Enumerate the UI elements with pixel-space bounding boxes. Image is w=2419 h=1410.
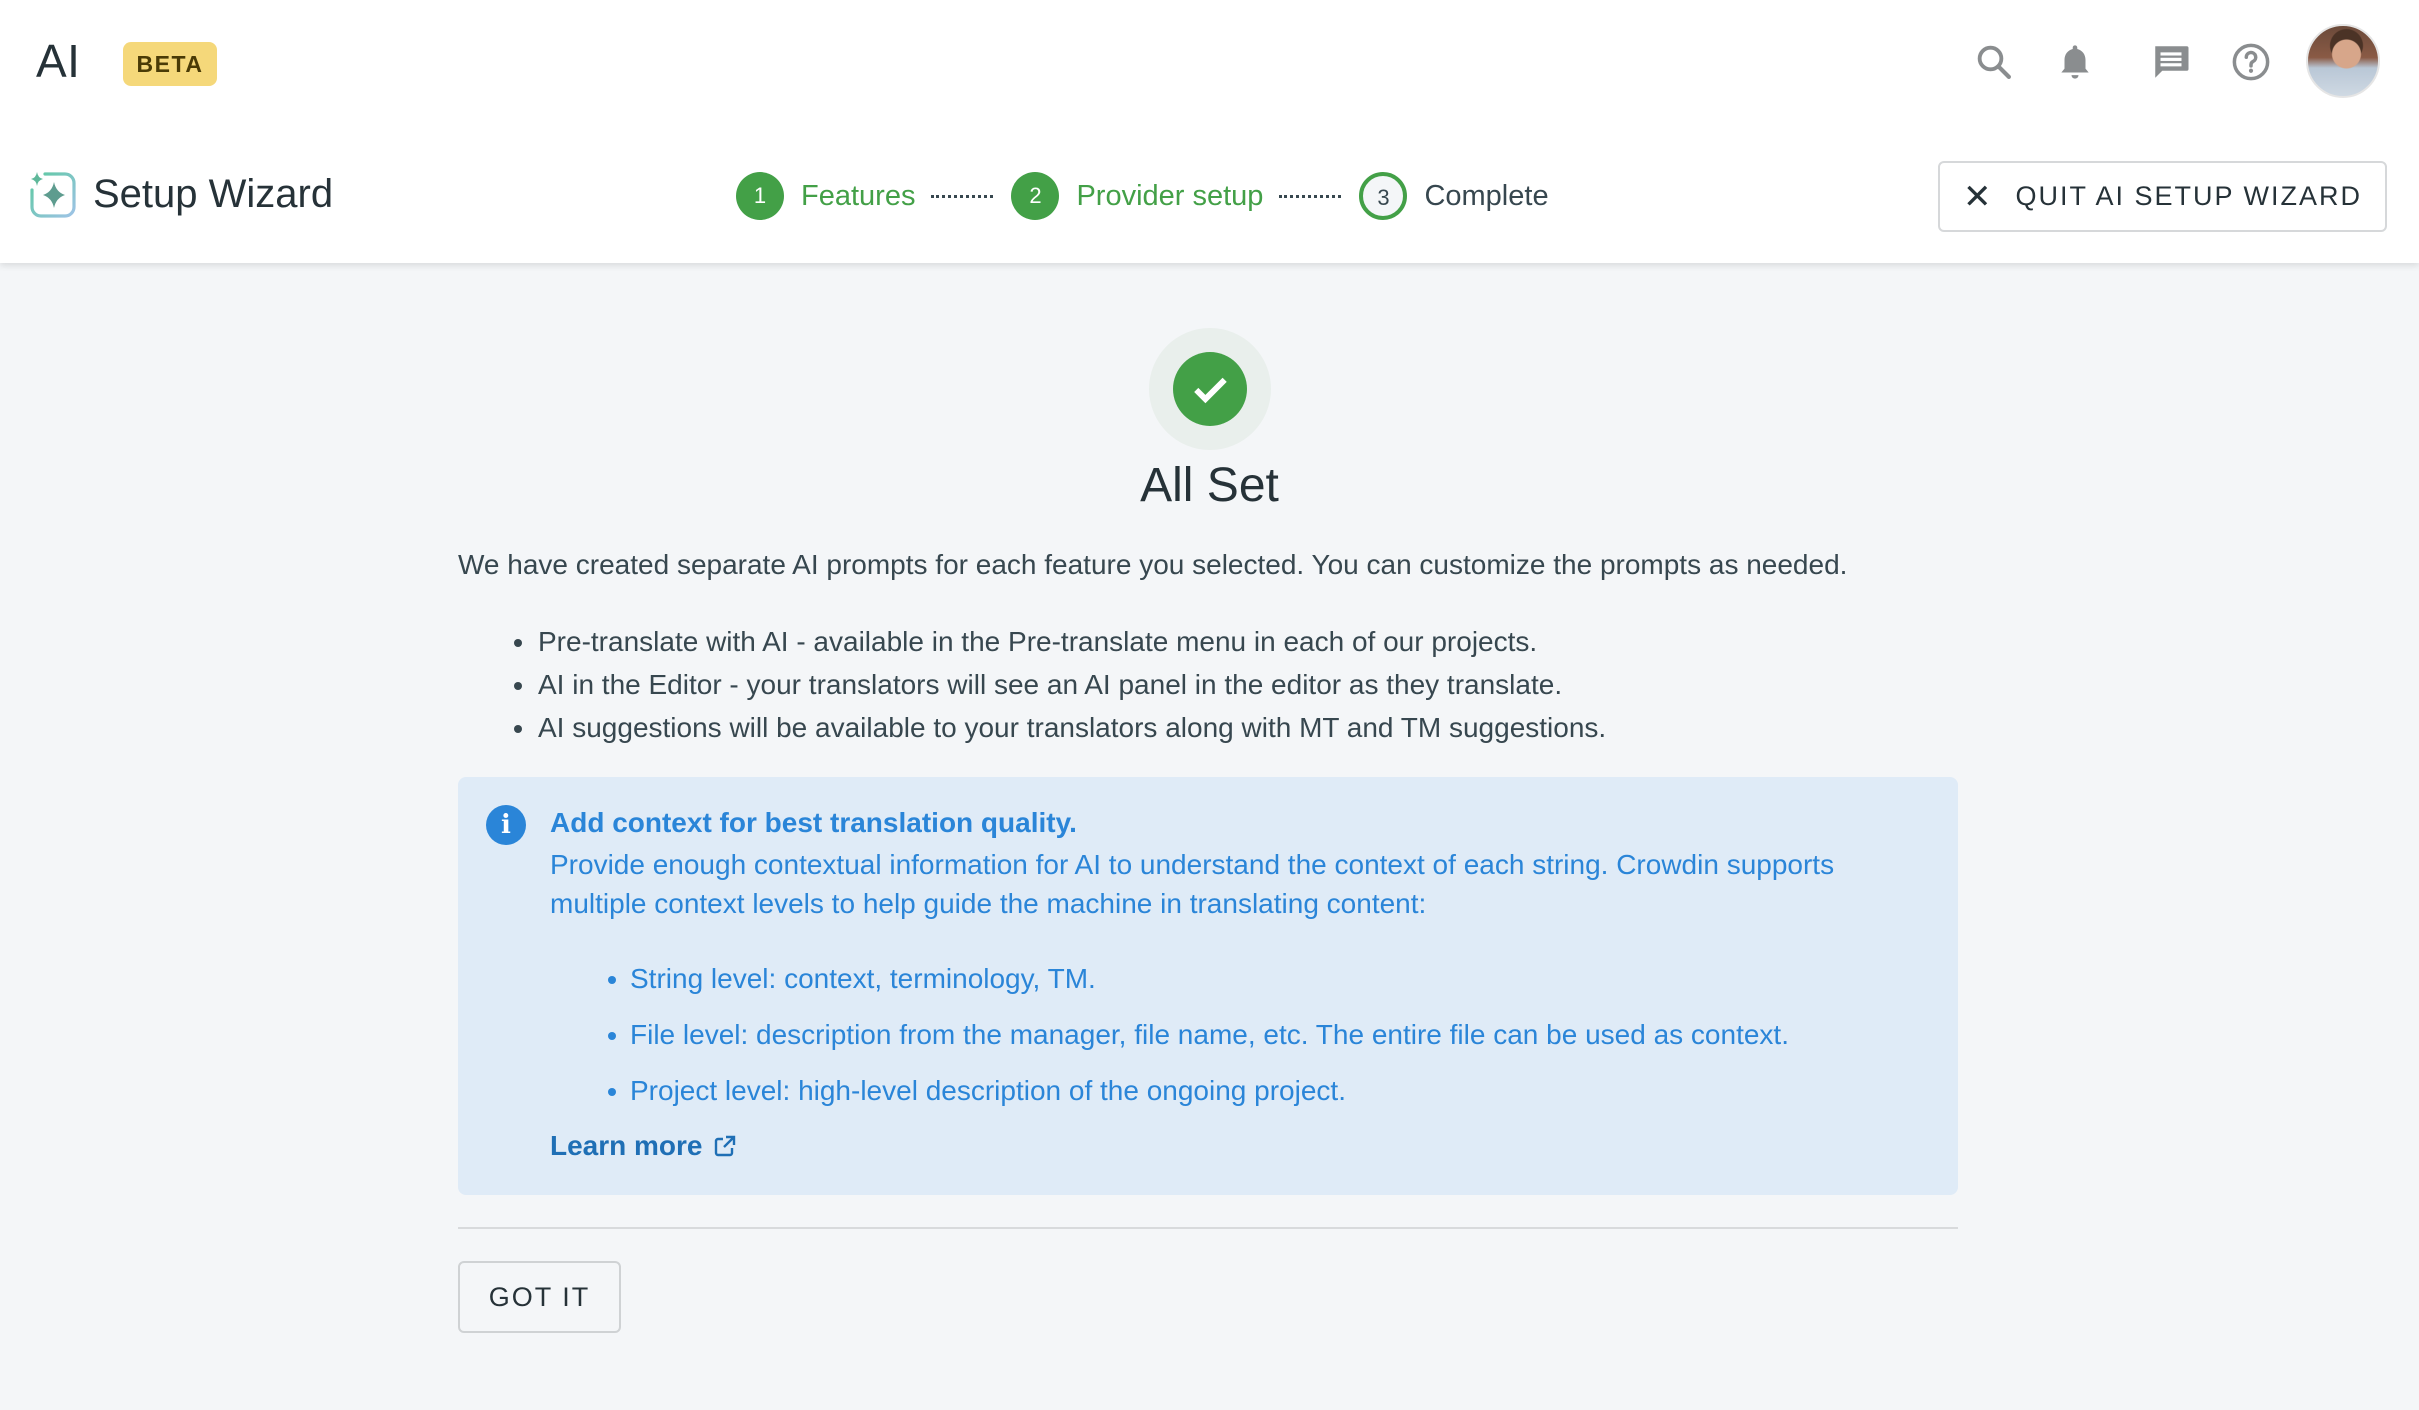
step-1-indicator: 1 bbox=[736, 172, 784, 220]
info-title: Add context for best translation quality… bbox=[550, 807, 1077, 838]
step-2-label: Provider setup bbox=[1076, 179, 1264, 212]
chat-icon[interactable] bbox=[2147, 38, 2195, 86]
list-item: File level: description from the manager… bbox=[608, 1007, 1789, 1063]
divider bbox=[458, 1227, 1958, 1229]
step-connector bbox=[1279, 194, 1342, 198]
top-bar: AI BETA Setup Wizard 1 Features 2 Provid… bbox=[0, 0, 2419, 263]
info-body: Provide enough contextual information fo… bbox=[550, 849, 1835, 919]
wizard-stepper: 1 Features 2 Provider setup 3 Complete bbox=[736, 172, 1549, 220]
quit-wizard-button[interactable]: ✕ QUIT AI SETUP WIZARD bbox=[1938, 161, 2387, 232]
info-callout: i Add context for best translation quali… bbox=[458, 777, 1958, 1195]
info-icon: i bbox=[486, 805, 526, 845]
search-icon[interactable] bbox=[1970, 38, 2018, 86]
learn-more-label: Learn more bbox=[550, 1130, 703, 1161]
step-3-indicator: 3 bbox=[1359, 172, 1408, 220]
intro-text: We have created separate AI prompts for … bbox=[458, 549, 1848, 580]
external-link-icon bbox=[714, 1135, 735, 1157]
list-item: Project level: high-level description of… bbox=[608, 1063, 1789, 1119]
list-item: Pre-translate with AI - available in the… bbox=[510, 620, 1606, 663]
help-icon[interactable] bbox=[2227, 38, 2275, 86]
user-avatar[interactable] bbox=[2306, 24, 2380, 98]
close-icon: ✕ bbox=[1962, 177, 1994, 216]
app-title: AI bbox=[36, 35, 81, 87]
got-it-button[interactable]: GOT IT bbox=[458, 1261, 621, 1333]
bell-icon[interactable] bbox=[2051, 38, 2099, 86]
wizard-title: Setup Wizard bbox=[93, 172, 334, 216]
ai-sparkle-icon bbox=[30, 172, 76, 218]
list-item: String level: context, terminology, TM. bbox=[608, 951, 1789, 1007]
beta-badge: BETA bbox=[123, 42, 217, 86]
step-1-label: Features bbox=[801, 179, 916, 212]
success-indicator bbox=[1149, 328, 1271, 450]
step-2-indicator: 2 bbox=[1011, 172, 1060, 220]
list-item: AI suggestions will be available to your… bbox=[510, 706, 1606, 749]
context-levels-list: String level: context, terminology, TM. … bbox=[608, 951, 1789, 1119]
step-connector bbox=[931, 194, 994, 198]
page-heading: All Set bbox=[1140, 459, 1279, 512]
check-circle-icon bbox=[1173, 352, 1247, 426]
quit-wizard-label: QUIT AI SETUP WIZARD bbox=[2015, 181, 2363, 211]
list-item: AI in the Editor - your translators will… bbox=[510, 663, 1606, 706]
step-3-label: Complete bbox=[1424, 179, 1549, 212]
learn-more-link[interactable]: Learn more bbox=[550, 1130, 737, 1162]
features-list: Pre-translate with AI - available in the… bbox=[510, 620, 1606, 749]
